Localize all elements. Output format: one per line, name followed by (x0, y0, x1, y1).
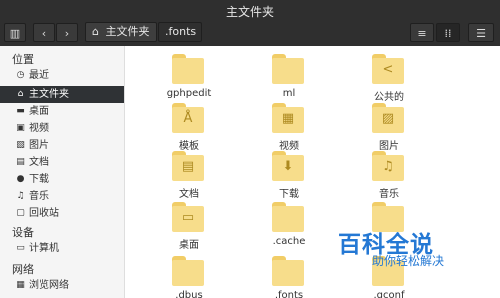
folder-icon (272, 54, 304, 84)
folder-share-icon: < (372, 54, 404, 84)
sidebar-toggle-button[interactable]: ▥ (4, 23, 26, 42)
back-arrow-icon: ‹ (41, 27, 47, 40)
forward-button[interactable]: › (56, 23, 78, 42)
sidebar-item-recent[interactable]: ◷ 最近 (0, 67, 124, 84)
folder-video-icon: ▦ (272, 103, 304, 133)
sidebar-item-downloads[interactable]: ● 下载 (0, 171, 124, 188)
folder-icon (272, 256, 304, 286)
sidebar-toggle-icon: ▥ (9, 27, 21, 40)
recent-icon: ◷ (16, 70, 25, 80)
breadcrumb-home-label: 主文件夹 (105, 25, 150, 38)
sidebar-section-places: 位置 (12, 53, 34, 66)
sidebar-item-trash[interactable]: ▢ 回收站 (0, 205, 124, 222)
sidebar: 位置 ◷ 最近 ⌂ 主文件夹 ▬ 桌面 ▣ 视频 ▧ 图片 ▤ 文档 ● 下载 … (0, 46, 125, 298)
network-icon: ▦ (16, 280, 25, 290)
computer-icon: ▭ (16, 243, 25, 253)
sidebar-item-documents[interactable]: ▤ 文档 (0, 154, 124, 171)
sidebar-section-network: 网络 (12, 263, 34, 276)
sidebar-item-desktop[interactable]: ▬ 桌面 (0, 103, 124, 120)
desktop-icon: ▬ (16, 106, 25, 116)
header-bar: 主文件夹 ▥ ‹ › ⌂ 主文件夹 .fonts ≡ ⁞⁞ ☰ (0, 0, 500, 46)
forward-arrow-icon: › (64, 27, 70, 40)
menu-button[interactable]: ☰ (468, 23, 494, 42)
music-icon: ♫ (16, 191, 25, 201)
folder-icon (172, 54, 204, 84)
folder-icon (172, 256, 204, 286)
home-icon: ⌂ (17, 89, 24, 99)
sidebar-item-pictures[interactable]: ▧ 图片 (0, 137, 124, 154)
document-icon: ▤ (16, 157, 25, 167)
sidebar-item-home[interactable]: ⌂ 主文件夹 (0, 86, 124, 103)
folder-icon (272, 202, 304, 232)
folder-desktop-icon: ▭ (172, 202, 204, 232)
folder-documents-icon: ▤ (172, 151, 204, 181)
trash-icon: ▢ (16, 208, 25, 218)
grid-view-button[interactable]: ⁞⁞ (436, 23, 460, 42)
window-title: 主文件夹 (225, 5, 274, 19)
grid-view-icon: ⁞⁞ (444, 27, 452, 40)
image-icon: ▧ (16, 140, 25, 150)
folder-download-icon: ⬇ (272, 151, 304, 181)
breadcrumb-fonts-label: .fonts (165, 25, 197, 38)
breadcrumb-fonts[interactable]: .fonts (158, 22, 202, 42)
folder-templates-icon: Å (172, 103, 204, 133)
sidebar-item-music[interactable]: ♫ 音乐 (0, 188, 124, 205)
sidebar-item-video[interactable]: ▣ 视频 (0, 120, 124, 137)
sidebar-item-browse-network[interactable]: ▦ 浏览网络 (0, 277, 124, 294)
list-view-icon: ≡ (417, 27, 427, 40)
folder-pictures-icon: ▨ (372, 103, 404, 133)
watermark-subtitle: 助你轻松解决 (372, 254, 445, 268)
video-icon: ▣ (16, 123, 25, 133)
sidebar-section-devices: 设备 (12, 226, 34, 239)
list-view-button[interactable]: ≡ (410, 23, 434, 42)
back-button[interactable]: ‹ (33, 23, 55, 42)
hamburger-icon: ☰ (476, 27, 486, 40)
sidebar-item-computer[interactable]: ▭ 计算机 (0, 240, 124, 257)
download-icon: ● (16, 174, 25, 184)
breadcrumb-home[interactable]: ⌂ 主文件夹 (85, 22, 157, 42)
folder-music-icon: ♫ (372, 151, 404, 181)
home-icon: ⌂ (92, 25, 99, 38)
